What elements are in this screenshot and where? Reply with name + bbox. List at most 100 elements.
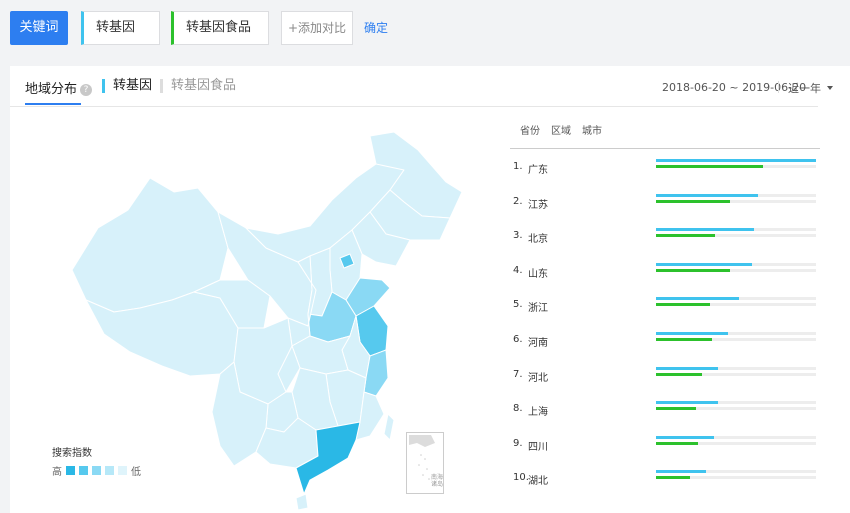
- rank-province-name: 上海: [528, 407, 548, 419]
- range-divider: [778, 81, 779, 93]
- ranking-row: 10. 湖北: [513, 470, 818, 490]
- rank-province-name: 江苏: [528, 199, 548, 211]
- ranking-row: 2. 江苏: [513, 193, 818, 214]
- bar-keyword-1: [656, 366, 719, 370]
- legend-title: 搜索指数: [52, 448, 92, 459]
- search-toolbar: 关键词 转基因 转基因食品 +添加对比 确定: [0, 0, 850, 58]
- bar-track-keyword-2: [656, 268, 816, 272]
- tab-keyword-2[interactable]: 转基因食品: [160, 79, 236, 93]
- rank-index: 8.: [513, 403, 523, 415]
- bar-track-keyword-1: [656, 228, 816, 232]
- bar-keyword-1: [656, 435, 714, 439]
- bar-track-keyword-2: [656, 303, 816, 307]
- bar-track-keyword-1: [656, 435, 816, 439]
- date-range[interactable]: 2018-06-20 ~ 2019-06-20: [662, 81, 806, 94]
- bar-keyword-2: [656, 476, 690, 480]
- legend-swatch-1: [66, 466, 75, 475]
- ranking-row: 9. 四川: [513, 435, 818, 456]
- rank-province-name: 浙江: [528, 303, 548, 315]
- bar-track-keyword-1: [656, 262, 816, 266]
- bar-track-keyword-2: [656, 441, 816, 445]
- add-compare-button[interactable]: +添加对比: [281, 11, 353, 45]
- help-icon[interactable]: ?: [80, 84, 93, 96]
- legend-low: 低: [131, 467, 141, 478]
- bar-keyword-2: [656, 165, 764, 168]
- bar-keyword-1: [656, 262, 752, 266]
- header-divider: [10, 106, 818, 107]
- rank-province-name: 四川: [528, 441, 548, 453]
- rank-divider: [510, 148, 820, 149]
- bar-track-keyword-1: [656, 332, 816, 335]
- rank-index: 3.: [513, 230, 523, 242]
- rank-tab-region[interactable]: 区域: [551, 122, 571, 137]
- legend-scale: 高 低: [52, 463, 141, 478]
- bar-track-keyword-1: [656, 470, 816, 474]
- rank-province-name: 河北: [528, 372, 548, 384]
- range-select[interactable]: 近一年: [788, 80, 833, 96]
- bar-track-keyword-2: [656, 372, 816, 376]
- ranking-row: 4. 山东: [513, 262, 818, 283]
- bar-keyword-2: [656, 234, 716, 238]
- rank-index: 5.: [513, 299, 523, 311]
- bar-keyword-2: [656, 303, 711, 307]
- rank-index: 6.: [513, 334, 523, 345]
- bar-track-keyword-2: [656, 476, 816, 480]
- bar-keyword-2: [656, 199, 730, 203]
- bar-keyword-1: [656, 193, 759, 197]
- bar-keyword-1: [656, 401, 719, 405]
- bar-track-keyword-2: [656, 338, 816, 341]
- plus-icon: +: [287, 21, 299, 35]
- keyword-button[interactable]: 关键词: [10, 11, 68, 45]
- ranking-row: 5. 浙江: [513, 297, 818, 317]
- term-input-2[interactable]: 转基因食品: [171, 11, 269, 45]
- ranking-row: 1. 广东: [513, 159, 818, 179]
- bar-track-keyword-1: [656, 401, 816, 405]
- bar-track-keyword-2: [656, 165, 816, 168]
- province-hainan[interactable]: [295, 493, 309, 510]
- bar-track-keyword-1: [656, 159, 816, 162]
- bar-track-keyword-2: [656, 234, 816, 238]
- ranking-row: 3. 北京: [513, 228, 818, 248]
- bar-keyword-2: [656, 338, 712, 341]
- bar-keyword-1: [656, 159, 816, 162]
- rank-index: 2.: [513, 195, 523, 207]
- bar-keyword-1: [656, 470, 706, 474]
- bar-keyword-1: [656, 297, 740, 301]
- bar-track-keyword-2: [656, 199, 816, 203]
- rank-index: 4.: [513, 264, 523, 276]
- legend-swatch-5: [118, 466, 127, 475]
- rank-tab-province[interactable]: 省份: [520, 122, 540, 137]
- term-input-1[interactable]: 转基因: [81, 11, 160, 45]
- chevron-down-icon: [827, 86, 833, 90]
- rank-province-name: 广东: [528, 165, 548, 176]
- bar-track-keyword-2: [656, 407, 816, 411]
- rank-province-name: 山东: [528, 268, 548, 280]
- bar-keyword-2: [656, 268, 730, 272]
- active-tab-indicator: [25, 103, 81, 105]
- rank-province-name: 湖北: [528, 476, 548, 488]
- legend-swatch-2: [79, 466, 88, 475]
- ranking-row: 8. 上海: [513, 401, 818, 421]
- range-select-label: 近一年: [788, 82, 821, 95]
- province-taiwan[interactable]: [383, 413, 395, 441]
- rank-index: 9.: [513, 437, 523, 449]
- bar-keyword-1: [656, 228, 754, 232]
- tab-keyword-1[interactable]: 转基因: [102, 79, 152, 93]
- add-compare-label: 添加对比: [298, 21, 347, 35]
- legend-high: 高: [52, 467, 62, 478]
- confirm-link[interactable]: 确定: [364, 19, 388, 36]
- bar-keyword-1: [656, 332, 728, 335]
- tab-region[interactable]: 地域分布?: [25, 78, 93, 97]
- inset-label: 南海诸岛: [431, 474, 444, 488]
- legend-swatch-4: [105, 466, 114, 475]
- rank-province-name: 北京: [528, 234, 548, 246]
- bar-track-keyword-1: [656, 193, 816, 197]
- bar-keyword-2: [656, 372, 703, 376]
- legend-swatch-3: [92, 466, 101, 475]
- rank-index: 1.: [513, 161, 523, 172]
- rank-province-name: 河南: [528, 338, 548, 349]
- bar-keyword-2: [656, 407, 696, 411]
- bar-track-keyword-1: [656, 366, 816, 370]
- rank-tab-city[interactable]: 城市: [582, 122, 602, 137]
- bar-track-keyword-1: [656, 297, 816, 301]
